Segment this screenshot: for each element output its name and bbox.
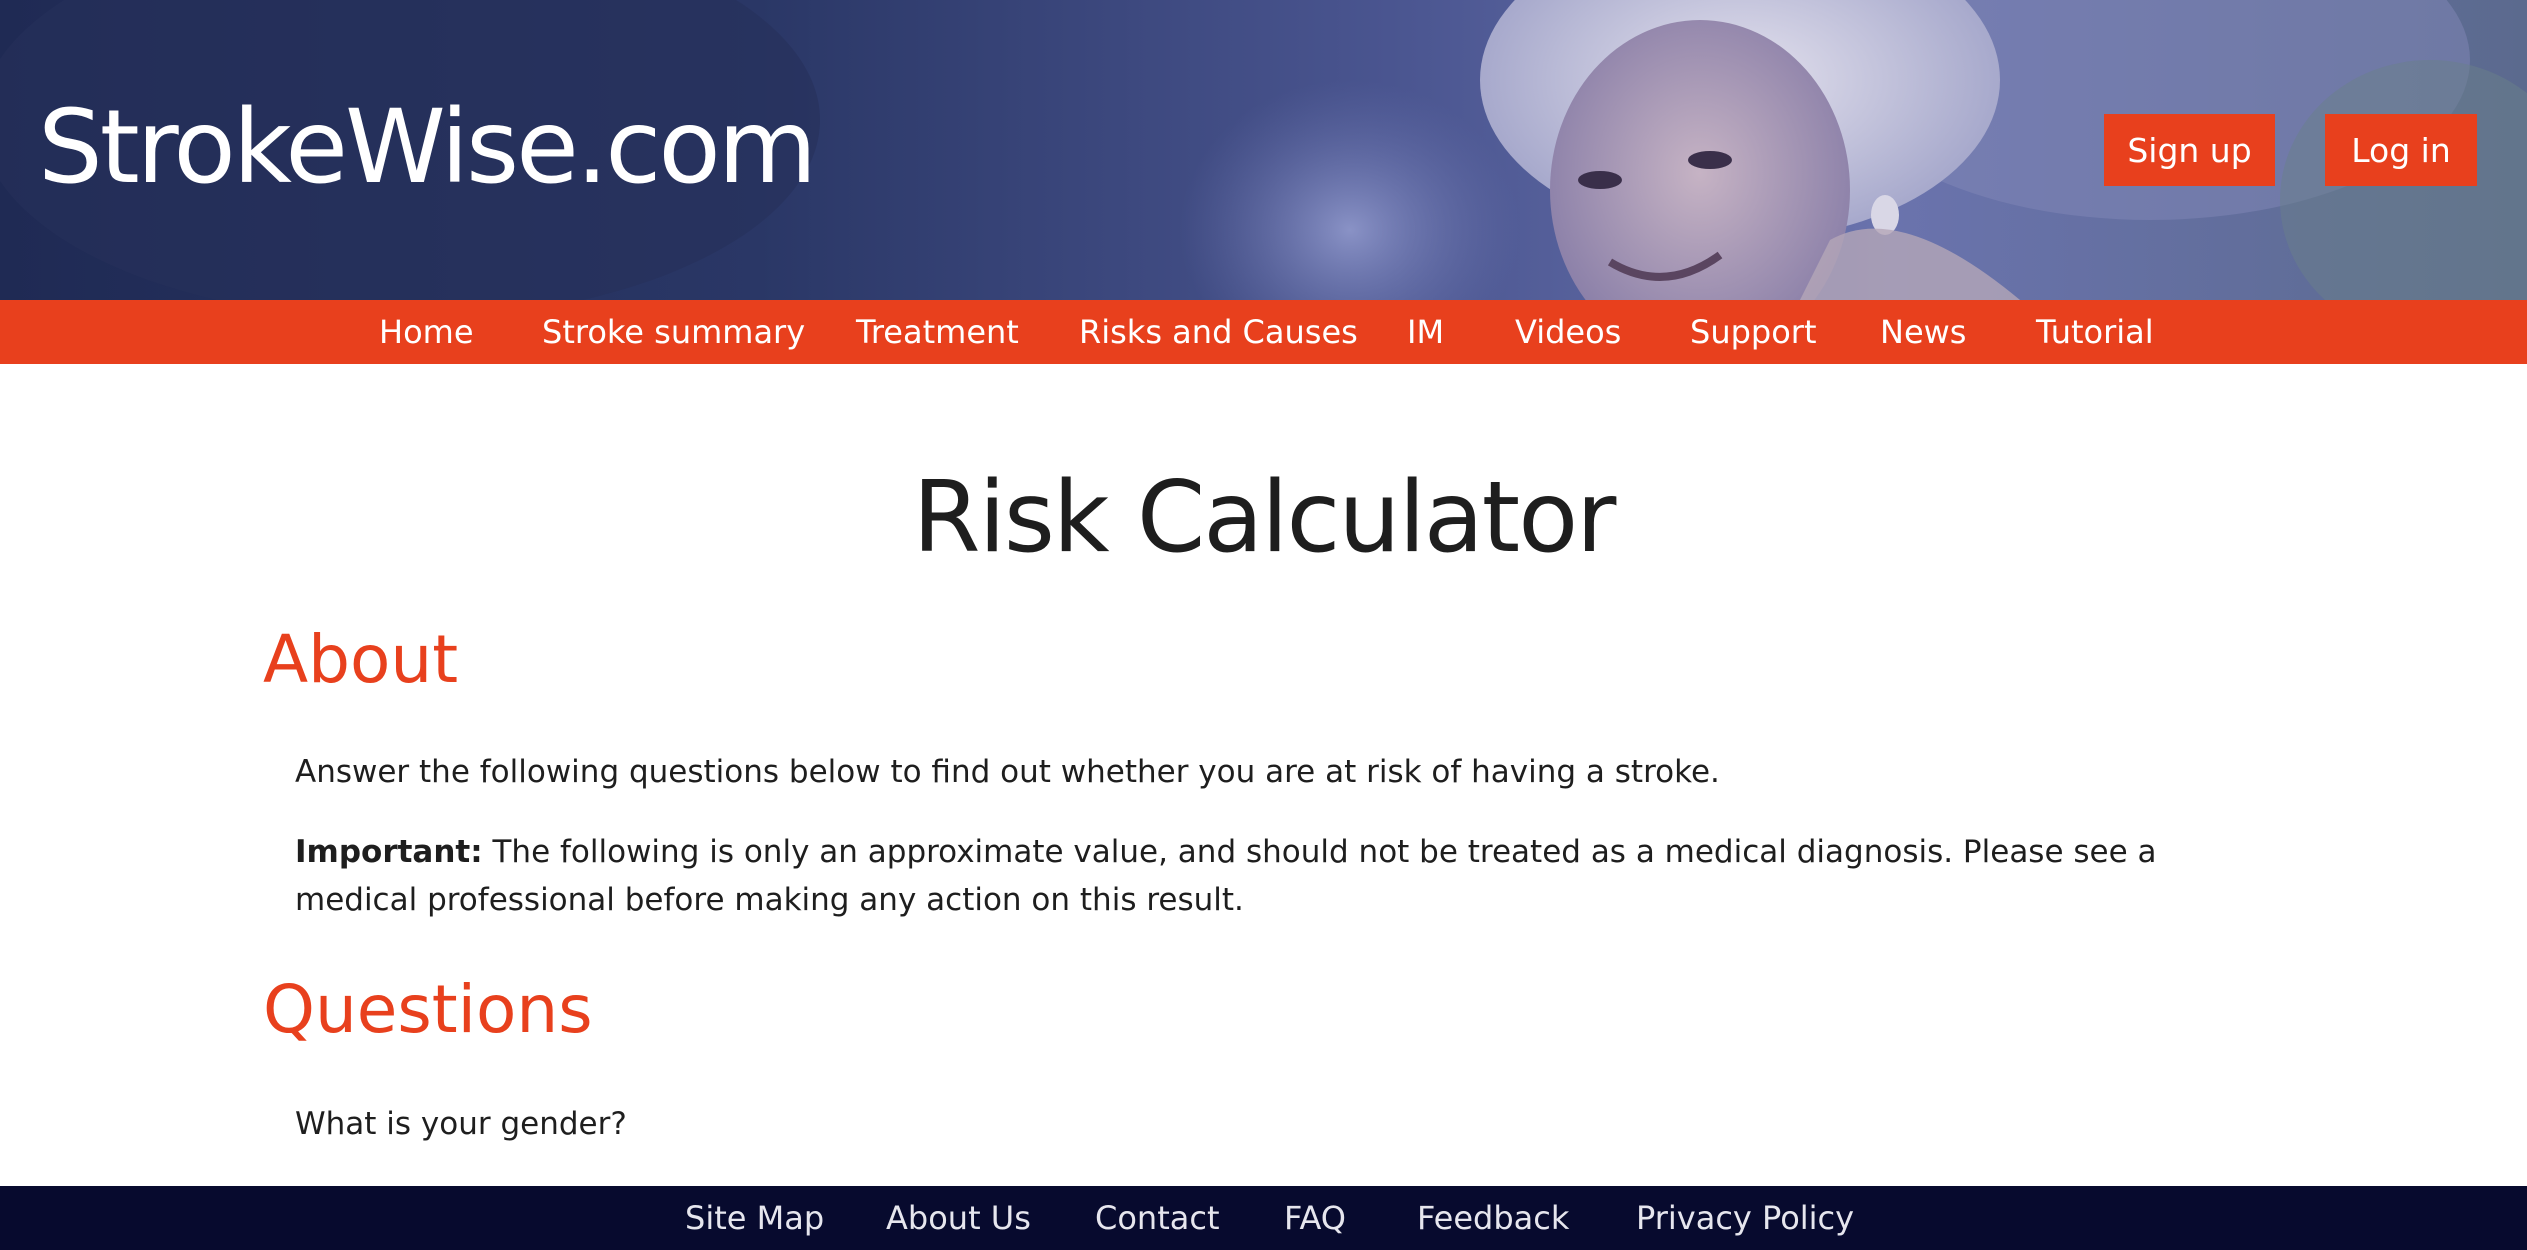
nav-item-risks-and-causes[interactable]: Risks and Causes xyxy=(1079,300,1358,364)
about-intro-text: Answer the following questions below to … xyxy=(295,754,1720,790)
footer-link-site-map[interactable]: Site Map xyxy=(685,1186,824,1250)
important-notice: Important: The following is only an appr… xyxy=(295,828,2215,924)
nav-item-home[interactable]: Home xyxy=(379,300,474,364)
nav-item-stroke-summary[interactable]: Stroke summary xyxy=(542,300,805,364)
footer-link-contact[interactable]: Contact xyxy=(1095,1186,1220,1250)
nav-item-treatment[interactable]: Treatment xyxy=(856,300,1019,364)
nav-item-news[interactable]: News xyxy=(1880,300,1966,364)
question-gender-label: What is your gender? xyxy=(295,1106,627,1142)
nav-item-im[interactable]: IM xyxy=(1407,300,1444,364)
nav-item-support[interactable]: Support xyxy=(1690,300,1817,364)
footer-link-privacy-policy[interactable]: Privacy Policy xyxy=(1636,1186,1854,1250)
nav-item-videos[interactable]: Videos xyxy=(1515,300,1621,364)
footer-nav: Site Map About Us Contact FAQ Feedback P… xyxy=(0,1186,2527,1250)
log-in-button[interactable]: Log in xyxy=(2325,114,2477,186)
questions-heading: Questions xyxy=(263,971,593,1048)
header-banner: StrokeWise.com Sign up Log in xyxy=(0,0,2527,300)
about-heading: About xyxy=(263,621,459,698)
main-nav: Home Stroke summary Treatment Risks and … xyxy=(0,300,2527,364)
footer-link-faq[interactable]: FAQ xyxy=(1284,1186,1346,1250)
important-label: Important: xyxy=(295,834,483,870)
page-title: Risk Calculator xyxy=(912,461,1617,575)
footer-link-about-us[interactable]: About Us xyxy=(886,1186,1031,1250)
sign-up-button[interactable]: Sign up xyxy=(2104,114,2275,186)
footer-link-feedback[interactable]: Feedback xyxy=(1417,1186,1569,1250)
important-text: The following is only an approximate val… xyxy=(295,834,2157,918)
site-brand[interactable]: StrokeWise.com xyxy=(38,88,817,208)
nav-item-tutorial[interactable]: Tutorial xyxy=(2036,300,2154,364)
